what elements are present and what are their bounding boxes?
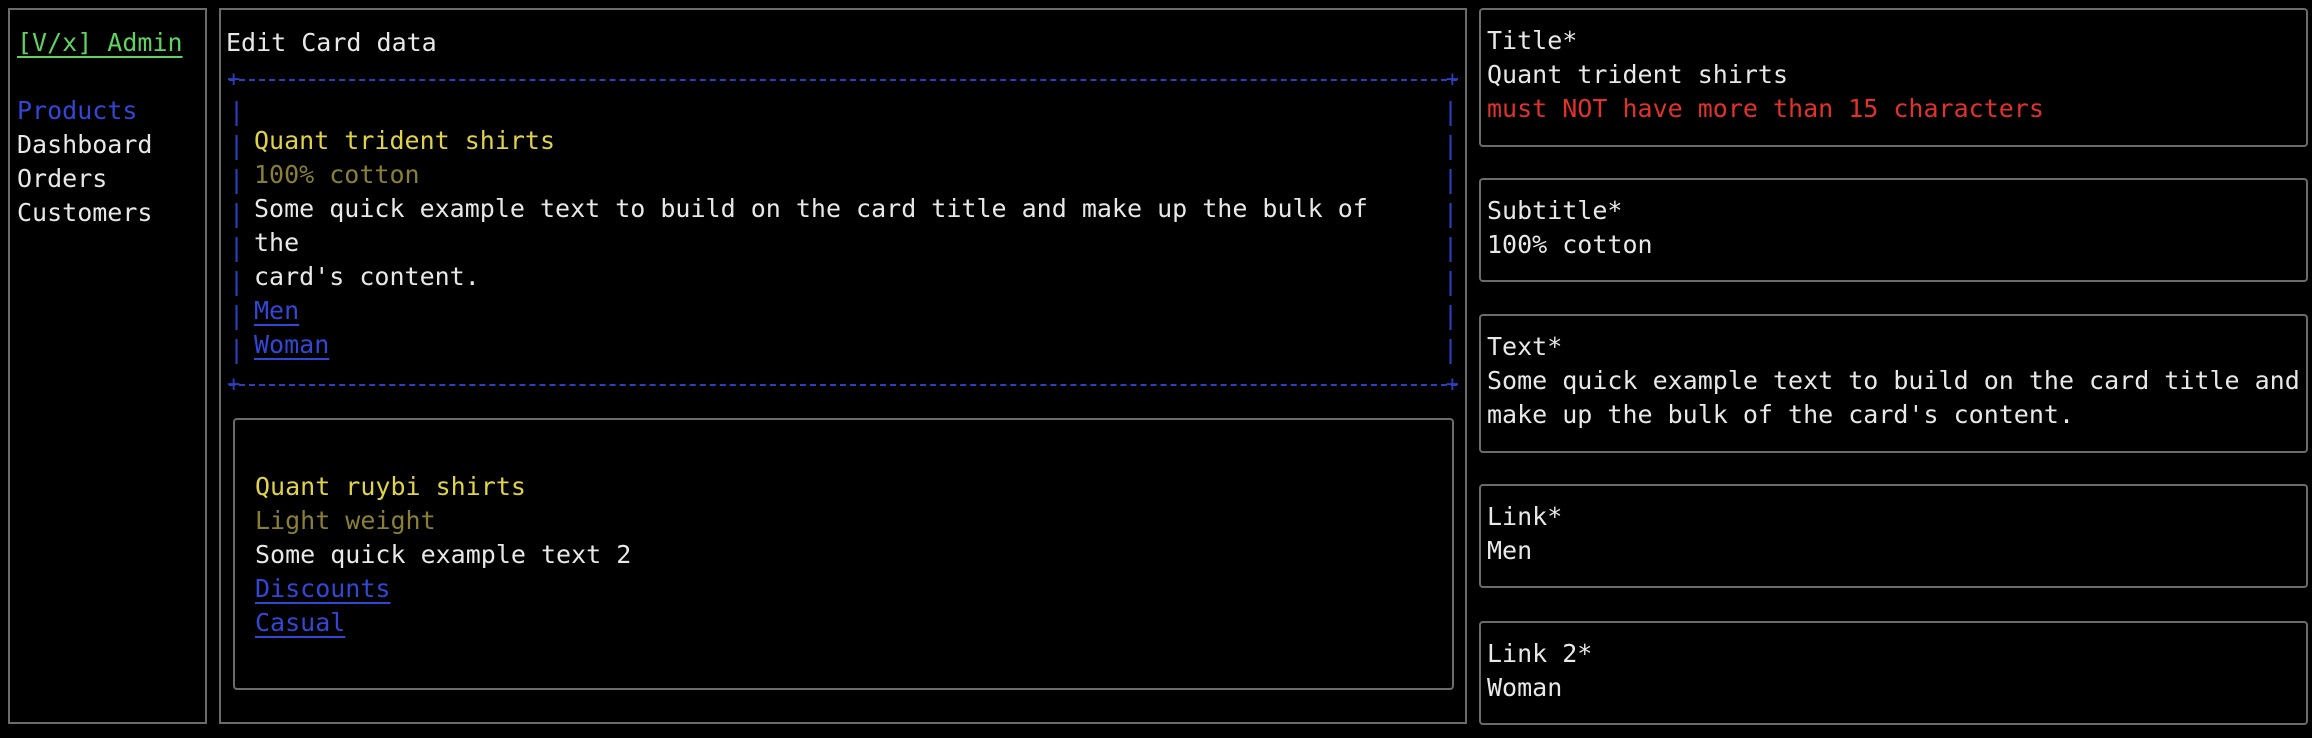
card-link-discounts[interactable]: Discounts	[255, 574, 390, 603]
sidebar-item-customers[interactable]: Customers	[17, 196, 205, 230]
selection-border-bottom	[229, 384, 1457, 386]
card-text: Some quick example text to build on the …	[254, 194, 1368, 257]
card-body: Quant trident shirts 100% cotton Some qu…	[254, 124, 1404, 362]
subtitle-input[interactable]: 100% cotton	[1487, 228, 2306, 262]
sidebar-item-orders[interactable]: Orders	[17, 162, 205, 196]
link-field[interactable]: Link* Men	[1479, 484, 2308, 588]
brand-link[interactable]: [V/x] Admin	[17, 28, 183, 57]
title-label: Title*	[1487, 26, 1578, 55]
link-input[interactable]: Men	[1487, 534, 2306, 568]
card-text: Some quick example text 2	[255, 540, 632, 569]
link2-field[interactable]: Link 2* Woman	[1479, 621, 2308, 725]
card-link-woman[interactable]: Woman	[254, 330, 329, 359]
link2-input[interactable]: Woman	[1487, 671, 2306, 705]
title-error: must NOT have more than 15 characters	[1487, 94, 2044, 123]
corner-plus-icon: +	[227, 67, 241, 92]
subtitle-label: Subtitle*	[1487, 196, 1623, 225]
card-title: Quant trident shirts	[254, 126, 556, 155]
card-body: Quant ruybi shirts Light weight Some qui…	[255, 470, 1405, 640]
corner-plus-icon: +	[1445, 372, 1459, 397]
sidebar: [V/x] Admin Products Dashboard Orders Cu…	[8, 8, 207, 724]
corner-plus-icon: +	[227, 372, 241, 397]
title-field[interactable]: Title* Quant trident shirts must NOT hav…	[1479, 8, 2308, 147]
text-input[interactable]: make up the bulk of the card's content.	[1487, 398, 2306, 432]
text-field[interactable]: Text* Some quick example text to build o…	[1479, 314, 2308, 453]
card-link-casual[interactable]: Casual	[255, 608, 345, 637]
card-subtitle: 100% cotton	[254, 160, 420, 189]
selection-border-left: | | | | | | | |	[229, 97, 245, 364]
corner-plus-icon: +	[1445, 67, 1459, 92]
card-selected[interactable]: + + + + | | | | | | | | | | | | | | | | Quant trident …	[227, 67, 1459, 396]
title-input[interactable]: Quant trident shirts	[1487, 58, 2306, 92]
card-title: Quant ruybi shirts	[255, 472, 526, 501]
card-item[interactable]: Quant ruybi shirts Light weight Some qui…	[233, 418, 1454, 690]
subtitle-field[interactable]: Subtitle* 100% cotton	[1479, 178, 2308, 282]
link2-label: Link 2*	[1487, 639, 1593, 668]
sidebar-item-dashboard[interactable]: Dashboard	[17, 128, 205, 162]
selection-border-top	[229, 79, 1457, 81]
text-input[interactable]: Some quick example text to build on the …	[1487, 364, 2306, 398]
card-link-men[interactable]: Men	[254, 296, 299, 325]
sidebar-item-products[interactable]: Products	[17, 94, 205, 128]
page-title: Edit Card data	[226, 28, 437, 57]
card-text: card's content.	[254, 262, 480, 291]
link-label: Link*	[1487, 502, 1563, 531]
text-label: Text*	[1487, 332, 1563, 361]
selection-border-right: | | | | | | | |	[1443, 97, 1459, 364]
card-subtitle: Light weight	[255, 506, 436, 535]
